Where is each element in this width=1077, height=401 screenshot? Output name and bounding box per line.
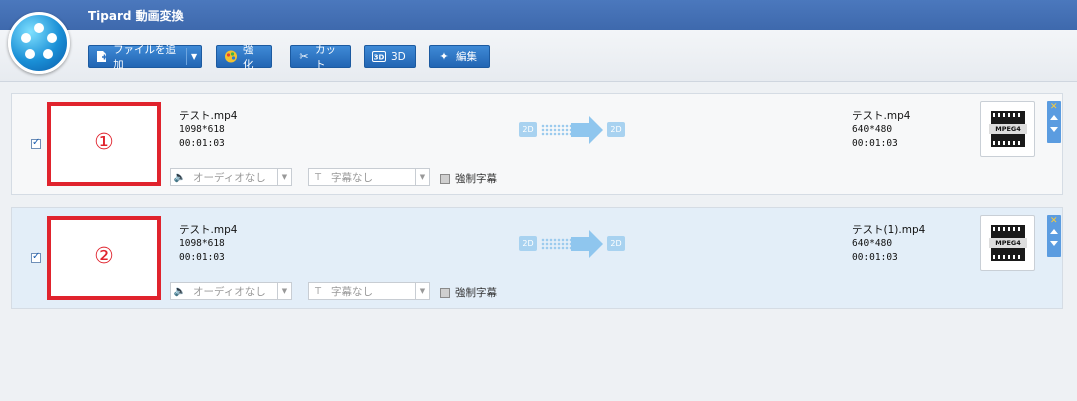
source-duration: 00:01:03: [179, 252, 225, 263]
forced-subtitle-checkbox[interactable]: 強制字幕: [440, 171, 497, 186]
source-info: テスト.mp4 1098*618 00:01:03: [179, 109, 237, 151]
subtitle-select[interactable]: T 字幕なし ▼: [308, 282, 430, 300]
marker-label: ①: [94, 130, 114, 155]
remove-icon[interactable]: ✕: [1050, 102, 1058, 112]
output-resolution: 640*480: [852, 124, 893, 135]
target-mode-badge: 2D: [607, 122, 625, 137]
target-mode-badge: 2D: [607, 236, 625, 251]
chevron-down-icon: ▼: [415, 283, 429, 299]
app-title: Tipard 動画変換: [88, 9, 184, 23]
chevron-down-icon: ▼: [277, 169, 291, 185]
source-duration: 00:01:03: [179, 138, 225, 149]
text-icon: T: [314, 171, 322, 183]
add-file-icon: [96, 50, 108, 64]
output-resolution: 640*480: [852, 238, 893, 249]
text-icon: T: [314, 285, 322, 297]
row-checkbox[interactable]: [31, 137, 41, 149]
output-info: テスト.mp4 640*480 00:01:03: [852, 109, 910, 151]
source-resolution: 1098*618: [179, 124, 225, 135]
forced-subtitle-checkbox[interactable]: 強制字幕: [440, 285, 497, 300]
mpeg4-format-icon: MPEG4: [989, 111, 1027, 147]
video-thumbnail[interactable]: ①: [47, 102, 161, 186]
palette-icon: [224, 50, 238, 64]
file-row[interactable]: ② テスト.mp4 1098*618 00:01:03 2D 2D テスト(1)…: [11, 207, 1063, 309]
title-bar: Tipard 動画変換: [0, 0, 1077, 30]
chevron-down-icon: ▼: [277, 283, 291, 299]
audio-track-select[interactable]: 🔈 オーディオなし ▼: [170, 168, 292, 186]
speaker-icon: 🔈: [173, 285, 187, 297]
scissors-icon: ✂: [299, 50, 309, 63]
audio-track-select[interactable]: 🔈 オーディオなし ▼: [170, 282, 292, 300]
source-mode-badge: 2D: [519, 122, 537, 137]
source-resolution: 1098*618: [179, 238, 225, 249]
move-down-icon[interactable]: [1050, 127, 1058, 132]
row-side-controls: ✕: [1047, 215, 1061, 257]
add-file-button[interactable]: ファイルを追加 ▼: [88, 44, 202, 71]
row-checkbox[interactable]: [31, 251, 41, 263]
enhance-button[interactable]: 強化: [216, 44, 272, 71]
speaker-icon: 🔈: [173, 171, 187, 183]
move-up-icon[interactable]: [1050, 229, 1058, 234]
output-filename[interactable]: テスト(1).mp4: [852, 223, 925, 237]
output-duration: 00:01:03: [852, 138, 898, 149]
marker-label: ②: [94, 244, 114, 269]
conversion-indicator: 2D 2D: [519, 230, 629, 258]
remove-icon[interactable]: ✕: [1050, 216, 1058, 226]
mpeg4-format-icon: MPEG4: [989, 225, 1027, 261]
video-thumbnail[interactable]: ②: [47, 216, 161, 300]
stars-icon: ✦: [439, 50, 449, 63]
conversion-indicator: 2D 2D: [519, 116, 629, 144]
3d-icon: 3D: [372, 50, 386, 64]
source-mode-badge: 2D: [519, 236, 537, 251]
output-format-button[interactable]: MPEG4: [980, 215, 1035, 271]
source-filename: テスト.mp4: [179, 110, 238, 122]
subtitle-select[interactable]: T 字幕なし ▼: [308, 168, 430, 186]
move-down-icon[interactable]: [1050, 241, 1058, 246]
chevron-down-icon: ▼: [415, 169, 429, 185]
3d-button[interactable]: 3D 3D: [364, 45, 416, 68]
chevron-down-icon[interactable]: ▼: [187, 52, 201, 61]
output-format-button[interactable]: MPEG4: [980, 101, 1035, 157]
row-side-controls: ✕: [1047, 101, 1061, 143]
move-up-icon[interactable]: [1050, 115, 1058, 120]
output-duration: 00:01:03: [852, 252, 898, 263]
edit-button[interactable]: ✦ 編集: [429, 45, 490, 68]
source-filename: テスト.mp4: [179, 224, 238, 236]
output-info: テスト(1).mp4 640*480 00:01:03: [852, 223, 925, 265]
cut-button[interactable]: ✂ カット: [290, 44, 351, 71]
svg-text:3D: 3D: [374, 53, 385, 61]
app-logo-icon: [8, 12, 70, 74]
output-filename[interactable]: テスト.mp4: [852, 109, 910, 123]
file-row[interactable]: ① テスト.mp4 1098*618 00:01:03 2D 2D テスト.mp…: [11, 93, 1063, 195]
source-info: テスト.mp4 1098*618 00:01:03: [179, 223, 237, 265]
